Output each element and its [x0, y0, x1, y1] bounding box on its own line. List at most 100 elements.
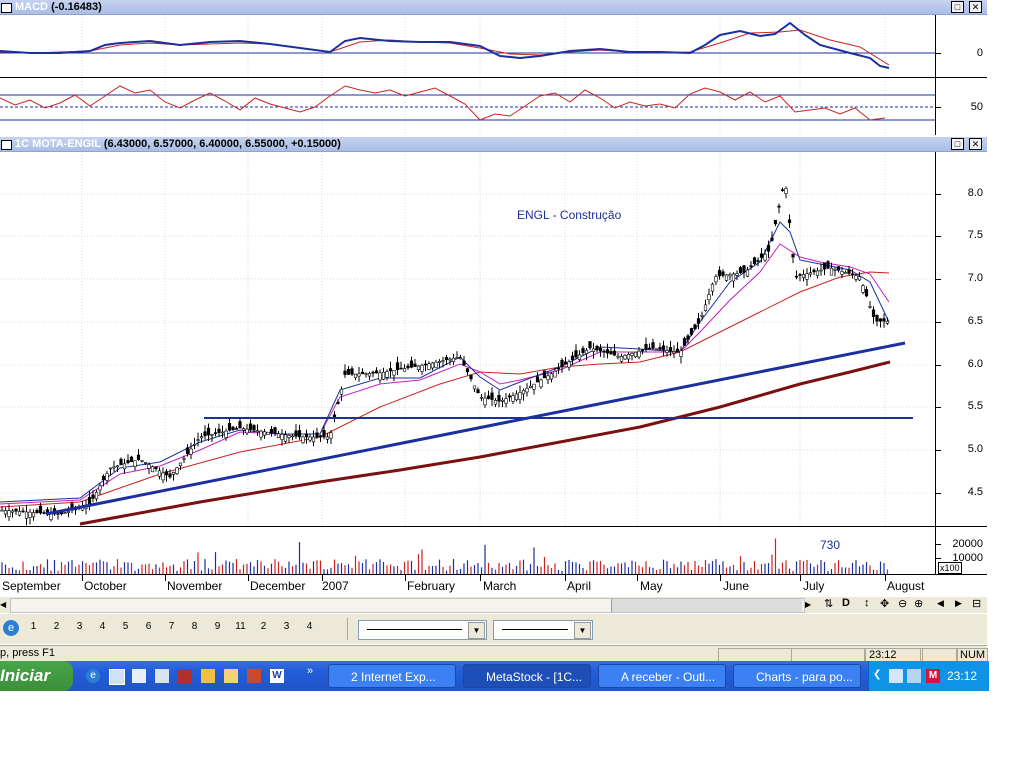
volume-annotation: 730 — [820, 538, 840, 552]
app-icon[interactable] — [247, 669, 261, 683]
candle-body — [707, 294, 711, 300]
candle-body — [682, 338, 687, 346]
refresh-icon[interactable]: ⇅ — [824, 597, 833, 610]
vertical-move-icon[interactable]: ↕ — [864, 597, 870, 609]
taskbar-task-outlook[interactable]: A receber - Outl... — [598, 664, 726, 688]
word-icon[interactable]: W — [270, 669, 284, 683]
app-icon[interactable] — [132, 669, 146, 683]
tab-7-button[interactable]: 7 — [164, 620, 179, 634]
app-icon[interactable] — [201, 669, 215, 683]
tab-13-button[interactable]: 3 — [279, 620, 294, 634]
zoom-out-icon[interactable]: ⊖ — [898, 597, 907, 610]
fit-window-icon[interactable]: ⊟ — [972, 597, 981, 610]
candle-body — [850, 273, 855, 276]
tab-14-button[interactable]: 4 — [302, 620, 317, 634]
price-y-label-7.5: 7.5 — [967, 229, 983, 241]
macd-title-label: MACD — [15, 1, 48, 13]
candle-body — [339, 388, 344, 395]
network-icon[interactable] — [907, 669, 921, 683]
price-titlebar[interactable]: 1C MOTA-ENGIL (6.43000, 6.57000, 6.40000… — [0, 137, 987, 152]
candle-body — [654, 348, 659, 351]
tab-3-button[interactable]: 3 — [72, 620, 87, 634]
tab-4-button[interactable]: 4 — [95, 620, 110, 634]
tab-2-button[interactable]: 2 — [49, 620, 64, 634]
candle-body — [416, 365, 421, 370]
macd-close-button[interactable]: ✕ — [969, 1, 982, 13]
move-icon[interactable]: ✥ — [880, 597, 889, 610]
line-style-select[interactable]: ▼ — [358, 620, 487, 640]
metastock-icon[interactable] — [178, 669, 192, 683]
folder-icon[interactable] — [224, 669, 238, 683]
candle-body — [595, 345, 599, 351]
candle-body — [749, 265, 753, 268]
candle-body — [770, 237, 774, 241]
macd-restore-button[interactable]: □ — [951, 1, 964, 13]
prev-icon[interactable]: ◀ — [937, 598, 944, 609]
app-icon[interactable] — [155, 669, 169, 683]
candle-body — [605, 349, 610, 354]
candle-body — [35, 509, 39, 514]
start-button[interactable]: Iniciar — [0, 661, 73, 691]
tab-11-button[interactable]: 11 — [233, 620, 248, 634]
candle-body — [217, 428, 221, 434]
tab-1-button[interactable]: 1 — [26, 620, 41, 634]
daily-period-button[interactable]: D — [842, 597, 850, 609]
candle-body — [189, 448, 193, 455]
chevron-down-icon[interactable]: ▼ — [468, 622, 485, 639]
price-restore-button[interactable]: □ — [951, 138, 964, 150]
scrollbar-thumb[interactable] — [611, 599, 802, 612]
taskbar-task-charts[interactable]: Charts - para po... — [733, 664, 861, 688]
price-y-label-4.5: 4.5 — [967, 486, 983, 498]
candle-body — [885, 320, 890, 324]
desktop-icon[interactable] — [109, 669, 125, 685]
candle-body — [437, 361, 442, 363]
candle-body — [731, 273, 736, 282]
internet-explorer-icon[interactable]: e — [86, 669, 100, 683]
scroll-left-icon[interactable]: ◀ — [0, 598, 10, 611]
macd-y-axis: 0 — [936, 15, 987, 77]
price-y-label-5.5: 5.5 — [967, 400, 983, 412]
candle-body — [213, 432, 218, 435]
price-title-value: (6.43000, 6.57000, 6.40000, 6.55000, +0.… — [103, 138, 341, 150]
network-icon[interactable] — [889, 669, 903, 683]
candle-body — [0, 509, 4, 512]
tab-6-button[interactable]: 6 — [141, 620, 156, 634]
candle-body — [591, 348, 596, 352]
tab-9-button[interactable]: 9 — [210, 620, 225, 634]
internet-icon[interactable]: e — [3, 620, 19, 636]
taskbar-task-internet-explorer[interactable]: 2 Internet Exp... — [328, 664, 456, 688]
taskbar-task-metastock[interactable]: MetaStock - [1C... — [463, 664, 591, 688]
candle-body — [812, 269, 816, 273]
price-panel-icon — [1, 140, 12, 150]
candle-body — [644, 343, 648, 350]
quicklaunch-overflow[interactable]: » — [307, 665, 313, 677]
price-close-button[interactable]: ✕ — [969, 138, 982, 150]
line-width-select[interactable]: ▼ — [493, 620, 593, 640]
price-chart: ENGL - Construção — [0, 152, 935, 526]
system-tray: ❮ M 23:12 — [868, 661, 989, 691]
mcafee-icon[interactable]: M — [926, 669, 940, 683]
horizontal-scrollbar[interactable] — [10, 598, 805, 613]
candle-body — [406, 365, 410, 369]
macd-y-label: 0 — [976, 47, 983, 59]
scroll-right-icon[interactable]: ▶ — [805, 598, 815, 611]
tray-expand-icon[interactable]: ❮ — [873, 669, 881, 680]
candle-body — [843, 272, 848, 274]
next-icon[interactable]: ▶ — [955, 598, 962, 609]
zoom-in-icon[interactable]: ⊕ — [914, 597, 923, 610]
x-label-july: July — [803, 579, 825, 593]
macd-titlebar[interactable]: MACD (-0.16483) □ ✕ — [0, 0, 987, 15]
candle-body — [63, 512, 67, 514]
candle-body — [143, 462, 148, 464]
candle-body — [448, 358, 452, 361]
chevron-down-icon[interactable]: ▼ — [574, 622, 591, 639]
tab-8-button[interactable]: 8 — [187, 620, 202, 634]
candle-body — [280, 433, 284, 440]
candle-body — [532, 383, 536, 390]
tab-5-button[interactable]: 5 — [118, 620, 133, 634]
tab-12-button[interactable]: 2 — [256, 620, 271, 634]
price-y-label-5.0: 5.0 — [967, 443, 983, 455]
candle-body — [504, 398, 508, 404]
status-pane — [718, 648, 792, 662]
volume-y-label-20000: 20000 — [952, 538, 983, 550]
